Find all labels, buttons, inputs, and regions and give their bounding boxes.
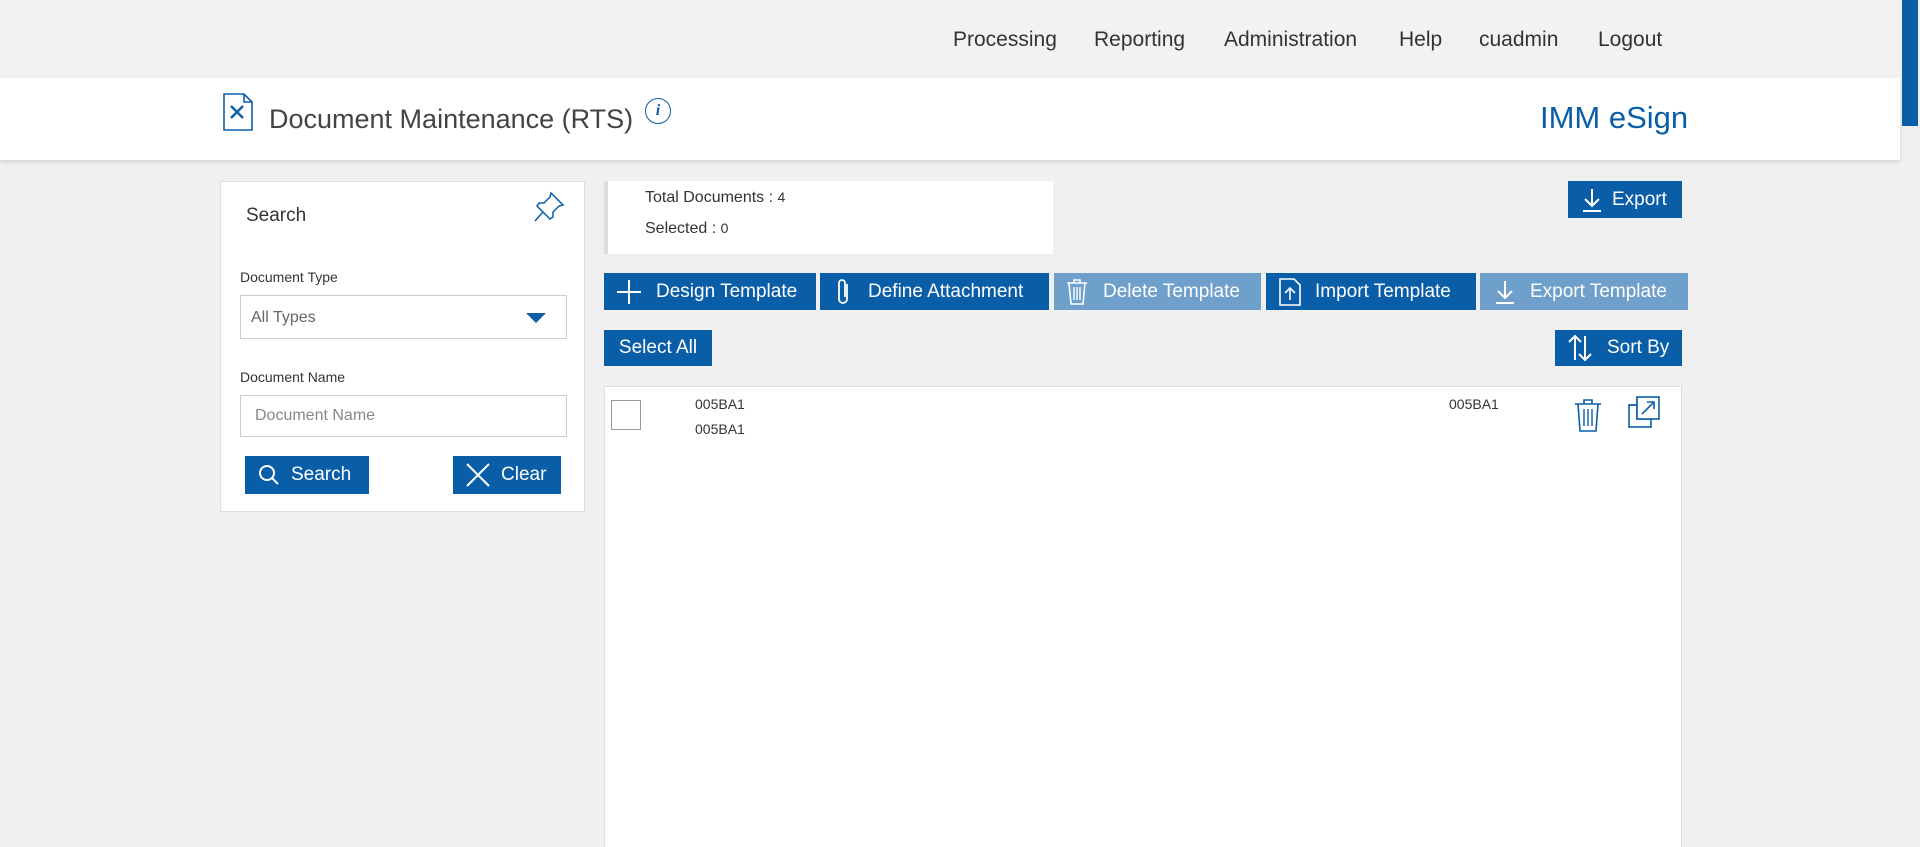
design-template-button[interactable]: Design Template xyxy=(604,273,816,310)
sort-icon xyxy=(1568,334,1592,362)
selected-documents-label: Selected : xyxy=(645,220,721,237)
brand-name: IMM eSign xyxy=(1540,100,1689,135)
page-title: Document Maintenance (RTS) xyxy=(269,104,634,134)
search-button[interactable]: Search xyxy=(245,456,369,494)
pin-icon[interactable] xyxy=(532,190,566,224)
documents-summary: Total Documents : 4 Selected : 0 xyxy=(604,181,1053,254)
scrollbar-thumb[interactable] xyxy=(1902,0,1918,126)
document-name: 005BA1 xyxy=(695,396,745,412)
documents-list: 005BA1 005BA1 005BA1 xyxy=(604,386,1682,847)
document-icon xyxy=(223,93,253,131)
vertical-scrollbar[interactable] xyxy=(1900,0,1920,847)
document-type-select[interactable]: All Types xyxy=(240,295,567,339)
nav-logout[interactable]: Logout xyxy=(1598,28,1662,52)
trash-icon xyxy=(1067,278,1087,305)
search-button-label: Search xyxy=(291,464,352,485)
total-documents-label: Total Documents : xyxy=(645,189,778,206)
plus-icon xyxy=(617,279,641,304)
upload-file-icon xyxy=(1279,277,1301,306)
select-all-button[interactable]: Select All xyxy=(604,330,712,366)
top-navigation: Processing Reporting Administration Help… xyxy=(0,0,1900,78)
search-panel: Search Document Type All Types Document … xyxy=(220,181,585,512)
export-button-label: Export xyxy=(1612,188,1667,210)
paperclip-icon xyxy=(838,278,848,304)
nav-help[interactable]: Help xyxy=(1399,28,1442,52)
design-template-label: Design Template xyxy=(656,280,798,302)
total-documents-value: 4 xyxy=(777,189,786,205)
download-icon xyxy=(1496,280,1514,304)
export-template-button[interactable]: Export Template xyxy=(1480,273,1688,310)
search-icon xyxy=(259,465,279,485)
selected-documents-value: 0 xyxy=(720,220,729,236)
define-attachment-label: Define Attachment xyxy=(868,280,1024,302)
sort-by-label: Sort By xyxy=(1607,337,1670,358)
document-name-input[interactable] xyxy=(240,395,567,437)
document-code: 005BA1 xyxy=(1449,396,1499,412)
export-template-label: Export Template xyxy=(1530,280,1667,302)
nav-user[interactable]: cuadmin xyxy=(1479,28,1558,52)
select-all-label: Select All xyxy=(618,337,698,358)
delete-template-label: Delete Template xyxy=(1103,280,1240,302)
clear-button-label: Clear xyxy=(501,464,547,485)
trash-icon[interactable] xyxy=(1573,398,1603,432)
search-panel-title: Search xyxy=(246,205,307,226)
import-template-label: Import Template xyxy=(1315,280,1451,302)
delete-template-button[interactable]: Delete Template xyxy=(1054,273,1261,310)
clear-button[interactable]: Clear xyxy=(453,456,561,494)
open-external-icon[interactable] xyxy=(1627,395,1661,429)
sort-by-button[interactable]: Sort By xyxy=(1555,330,1682,366)
selected-documents: Selected : 0 xyxy=(645,220,728,238)
import-template-button[interactable]: Import Template xyxy=(1266,273,1476,310)
nav-reporting[interactable]: Reporting xyxy=(1094,28,1185,52)
close-icon xyxy=(466,463,490,487)
export-button[interactable]: Export xyxy=(1568,181,1682,218)
info-icon[interactable]: i xyxy=(645,98,671,124)
page-header: Document Maintenance (RTS) i IMM eSign xyxy=(0,78,1900,160)
define-attachment-button[interactable]: Define Attachment xyxy=(820,273,1049,310)
nav-administration[interactable]: Administration xyxy=(1224,28,1357,52)
document-type-label: Document Type xyxy=(240,269,338,285)
total-documents: Total Documents : 4 xyxy=(645,189,785,207)
document-type-value: All Types xyxy=(251,309,316,326)
row-checkbox[interactable] xyxy=(611,400,641,430)
document-name-label: Document Name xyxy=(240,369,346,385)
download-icon xyxy=(1583,188,1601,212)
chevron-down-icon xyxy=(526,313,546,323)
document-subtitle: 005BA1 xyxy=(695,421,745,437)
nav-processing[interactable]: Processing xyxy=(953,28,1057,52)
